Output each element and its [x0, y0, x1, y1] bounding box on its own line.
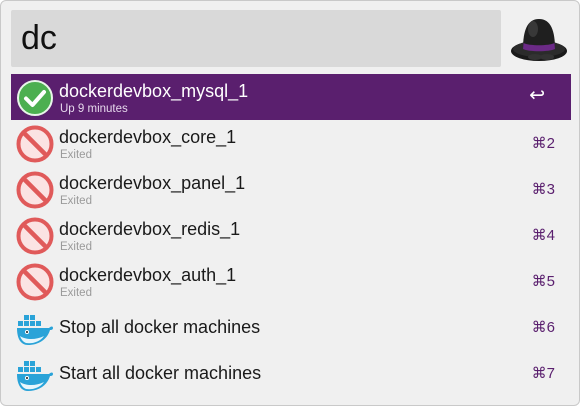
prohibited-icon	[16, 263, 54, 301]
result-subtitle: Exited	[60, 195, 92, 207]
result-row-panel[interactable]: dockerdevbox_panel_1 Exited ⌘3	[11, 166, 571, 212]
result-title: dockerdevbox_auth_1	[59, 265, 237, 285]
alfred-hat-icon	[509, 11, 569, 67]
result-title: dockerdevbox_redis_1	[59, 219, 241, 239]
result-row-start-all[interactable]: Start all docker machines ⌘7	[11, 350, 571, 396]
prohibited-icon	[16, 217, 54, 255]
docker-whale-icon	[16, 355, 54, 393]
return-key-hint: ↩	[529, 85, 545, 106]
result-row-mysql[interactable]: dockerdevbox_mysql_1 Up 9 minutes ↩	[11, 74, 571, 120]
search-input[interactable]	[21, 16, 491, 60]
result-title: dockerdevbox_panel_1	[59, 173, 246, 193]
prohibited-icon	[16, 171, 54, 209]
results-list: dockerdevbox_mysql_1 Up 9 minutes ↩ dock…	[11, 74, 571, 396]
result-subtitle: Up 9 minutes	[60, 103, 128, 115]
result-title: dockerdevbox_mysql_1	[59, 81, 249, 101]
result-subtitle: Exited	[60, 287, 92, 299]
result-title: dockerdevbox_core_1	[59, 127, 237, 147]
result-subtitle: Exited	[60, 149, 92, 161]
result-row-auth[interactable]: dockerdevbox_auth_1 Exited ⌘5	[11, 258, 571, 304]
launcher-window: dockerdevbox_mysql_1 Up 9 minutes ↩ dock…	[0, 0, 580, 406]
shortcut-hint: ⌘2	[531, 135, 555, 152]
result-row-core[interactable]: dockerdevbox_core_1 Exited ⌘2	[11, 120, 571, 166]
result-title: Stop all docker machines	[59, 317, 261, 337]
result-row-stop-all[interactable]: Stop all docker machines ⌘6	[11, 304, 571, 350]
shortcut-hint: ⌘3	[531, 181, 555, 198]
shortcut-hint: ⌘6	[531, 319, 555, 336]
check-icon	[16, 79, 54, 117]
shortcut-hint: ⌘7	[531, 365, 555, 382]
shortcut-hint: ⌘5	[531, 273, 555, 290]
docker-whale-icon	[16, 309, 54, 347]
result-subtitle: Exited	[60, 241, 92, 253]
search-bar[interactable]	[11, 10, 501, 67]
prohibited-icon	[16, 125, 54, 163]
result-row-redis[interactable]: dockerdevbox_redis_1 Exited ⌘4	[11, 212, 571, 258]
result-title: Start all docker machines	[59, 363, 262, 383]
shortcut-hint: ⌘4	[531, 227, 555, 244]
